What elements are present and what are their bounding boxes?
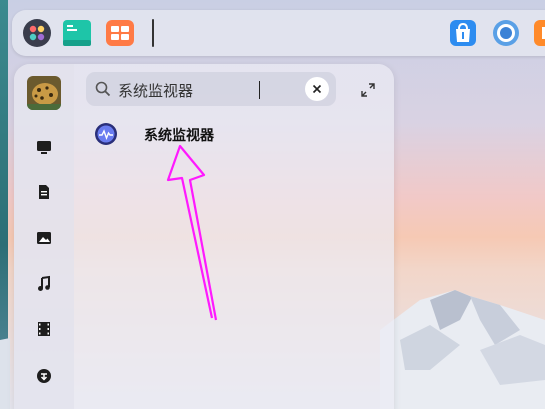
system-monitor-icon [95, 123, 117, 145]
pictures-icon[interactable] [34, 228, 54, 248]
browser-icon[interactable] [490, 17, 522, 49]
expand-icon[interactable] [360, 82, 376, 98]
app-store-icon[interactable] [447, 17, 479, 49]
launcher-sidebar [14, 64, 74, 409]
dock [12, 10, 545, 56]
clear-search-button[interactable] [305, 77, 329, 101]
close-icon [312, 84, 322, 94]
result-item-system-monitor[interactable]: 系统监视器 [92, 120, 292, 150]
terminal-icon[interactable] [61, 17, 93, 49]
documents-icon[interactable] [34, 182, 54, 202]
search-box[interactable]: 系统监视器 [86, 72, 336, 106]
result-label: 系统监视器 [144, 128, 214, 144]
search-icon [95, 81, 111, 97]
desktop: 系统监视器 系统监视器 [0, 0, 545, 409]
videos-icon[interactable] [34, 319, 54, 339]
multitask-view-icon[interactable] [104, 17, 136, 49]
text-caret [259, 81, 260, 99]
downloads-icon[interactable] [34, 366, 54, 386]
launcher-panel: 系统监视器 系统监视器 [14, 64, 394, 409]
search-input[interactable]: 系统监视器 [118, 80, 193, 101]
dock-text-cursor [152, 19, 154, 47]
launcher-icon[interactable] [21, 17, 53, 49]
avatar[interactable] [27, 76, 61, 110]
music-icon[interactable] [34, 274, 54, 294]
all-apps-icon[interactable] [34, 137, 54, 157]
app-icon-partial[interactable] [532, 17, 545, 49]
